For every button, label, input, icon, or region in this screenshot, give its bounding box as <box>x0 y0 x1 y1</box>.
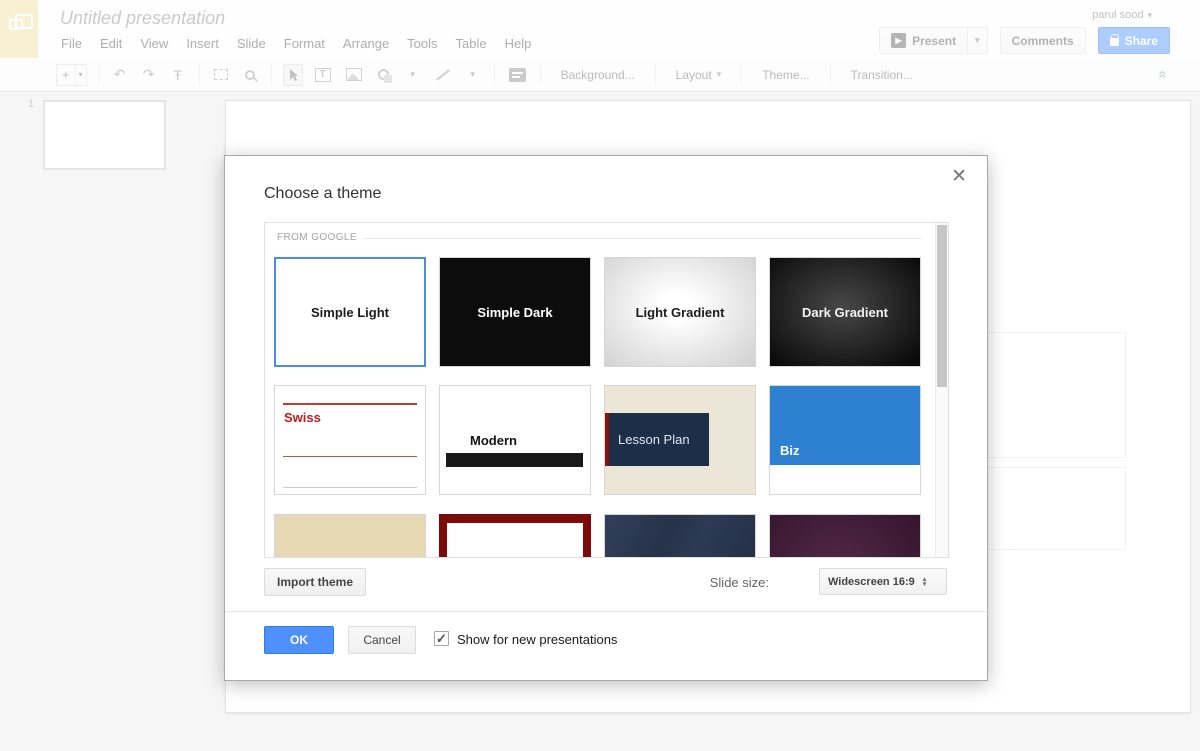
slide-size-value: Widescreen 16:9 <box>828 576 915 588</box>
theme-label: Swiss <box>284 410 321 425</box>
theme-label: Light Gradient <box>605 258 755 366</box>
theme-list: FROM GOOGLE Simple Light Simple Dark Lig… <box>264 222 949 558</box>
swiss-rule <box>283 487 417 488</box>
theme-card-lesson-plan[interactable]: Lesson Plan <box>604 385 756 495</box>
biz-band: Biz <box>770 386 920 465</box>
close-icon[interactable]: ✕ <box>951 167 967 186</box>
theme-card-modern[interactable]: Modern <box>439 385 591 495</box>
theme-label: Simple Light <box>276 259 424 365</box>
cancel-button[interactable]: Cancel <box>348 626 416 654</box>
slide-size-label: Slide size: <box>710 575 769 590</box>
theme-label: Modern <box>470 433 517 448</box>
swiss-rule <box>283 403 417 405</box>
modern-bar <box>446 453 583 467</box>
theme-card-tan[interactable] <box>274 514 426 558</box>
theme-card-navy[interactable] <box>604 514 756 558</box>
theme-label: Biz <box>780 443 800 458</box>
choose-theme-dialog: Choose a theme ✕ FROM GOOGLE Simple Ligh… <box>224 155 988 681</box>
ok-label: OK <box>290 633 308 647</box>
theme-card-biz[interactable]: Biz <box>769 385 921 495</box>
slide-size-dropdown[interactable]: Widescreen 16:9 ▴▾ <box>819 568 947 595</box>
scrollbar-track[interactable] <box>935 223 948 557</box>
scrollbar-thumb[interactable] <box>937 225 947 387</box>
lesson-plan-box: Lesson Plan <box>605 413 709 466</box>
updown-arrows-icon: ▴▾ <box>923 577 927 587</box>
theme-label: Lesson Plan <box>609 432 690 447</box>
ok-button[interactable]: OK <box>264 626 334 654</box>
theme-card-simple-dark[interactable]: Simple Dark <box>439 257 591 367</box>
theme-label: Dark Gradient <box>770 258 920 366</box>
cancel-label: Cancel <box>363 633 400 647</box>
theme-label: Simple Dark <box>440 258 590 366</box>
theme-card-dark-gradient[interactable]: Dark Gradient <box>769 257 921 367</box>
show-for-new-presentations-checkbox[interactable]: ✓ <box>434 631 449 646</box>
import-theme-label: Import theme <box>277 575 353 589</box>
import-theme-button[interactable]: Import theme <box>264 568 366 596</box>
checkbox-label: Show for new presentations <box>457 632 617 647</box>
theme-card-simple-light[interactable]: Simple Light <box>274 257 426 367</box>
theme-card-swiss[interactable]: Swiss <box>274 385 426 495</box>
theme-card-purple[interactable] <box>769 514 921 558</box>
dialog-title: Choose a theme <box>264 185 381 203</box>
section-label: FROM GOOGLE <box>277 232 357 243</box>
dialog-divider <box>225 611 987 612</box>
theme-card-light-gradient[interactable]: Light Gradient <box>604 257 756 367</box>
theme-card-red-frame[interactable] <box>439 514 591 558</box>
section-divider <box>363 238 922 239</box>
swiss-rule <box>283 456 417 457</box>
